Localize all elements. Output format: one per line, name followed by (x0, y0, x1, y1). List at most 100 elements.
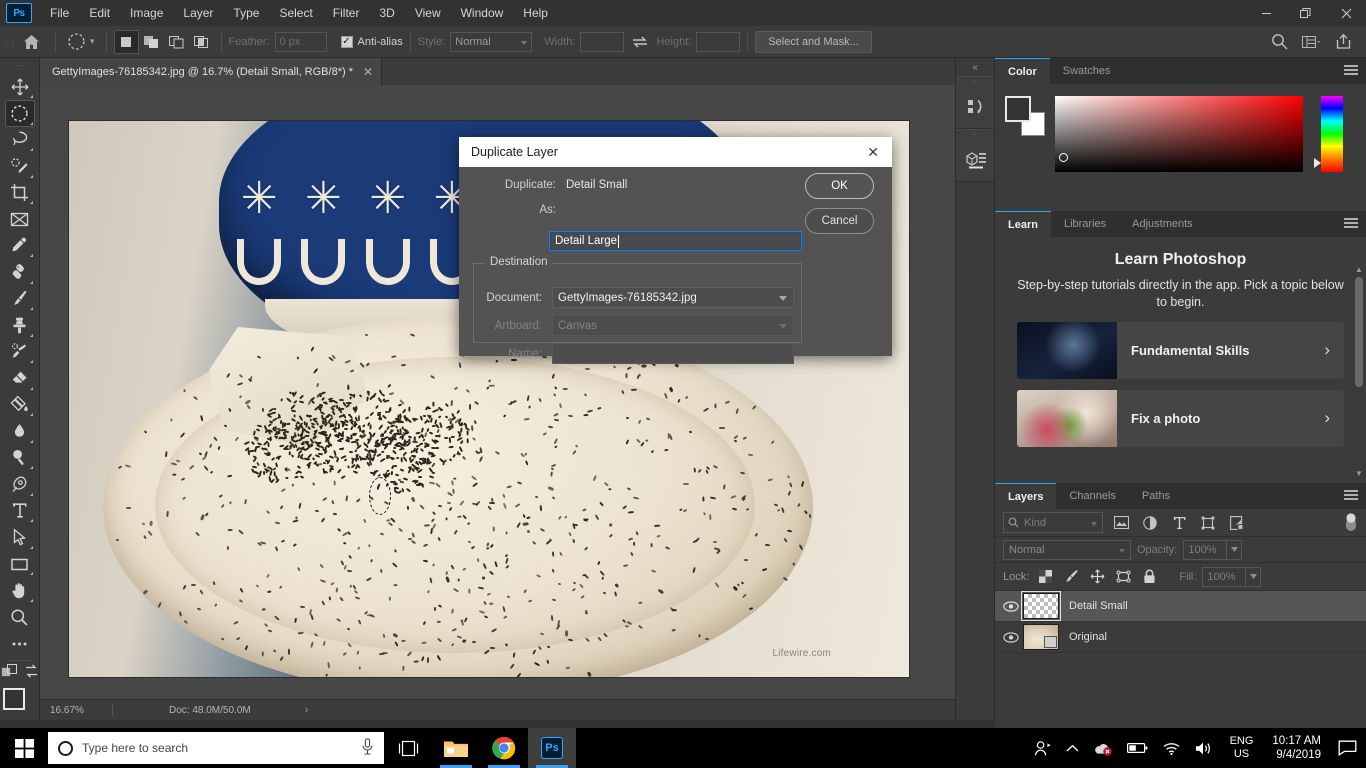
menu-image[interactable]: Image (120, 2, 173, 24)
taskbar-app-photoshop[interactable]: Ps (528, 728, 576, 768)
object-selection-tool[interactable] (5, 153, 35, 180)
share-icon[interactable] (1328, 27, 1358, 57)
collapse-panels-icon[interactable]: « (956, 58, 994, 76)
scroll-up-icon[interactable]: ▲ (1354, 265, 1364, 275)
hand-tool[interactable] (5, 577, 35, 604)
dialog-title-bar[interactable]: Duplicate Layer ✕ (459, 137, 892, 167)
spot-healing-brush-tool[interactable] (5, 259, 35, 286)
frame-tool[interactable] (5, 206, 35, 233)
menu-view[interactable]: View (405, 2, 451, 24)
taskbar-app-google-chrome[interactable] (480, 728, 528, 768)
select-and-mask-button[interactable]: Select and Mask... (755, 30, 872, 53)
filter-smart-object-icon[interactable] (1226, 512, 1248, 534)
show-hidden-icons-chevron[interactable] (1059, 728, 1086, 768)
opacity-input[interactable]: 100% (1183, 539, 1228, 560)
foreground-color-swatch[interactable] (2, 687, 25, 710)
lasso-tool[interactable] (5, 127, 35, 154)
gradient-tool[interactable] (5, 392, 35, 419)
close-icon[interactable]: ✕ (363, 66, 373, 78)
eyedropper-tool[interactable] (5, 233, 35, 260)
quick-mask-icon[interactable] (0, 663, 18, 682)
hue-slider-marker[interactable] (1314, 158, 1321, 168)
feather-input[interactable]: 0 px (274, 31, 327, 52)
history-brush-tool[interactable] (5, 339, 35, 366)
panel-menu-icon[interactable] (1344, 490, 1358, 500)
learn-card-fix-a-photo[interactable]: Fix a photo › (1017, 389, 1344, 447)
path-selection-tool[interactable] (5, 524, 35, 551)
clock[interactable]: 10:17 AM 9/4/2019 (1262, 728, 1331, 768)
swap-width-height-icon[interactable] (632, 35, 648, 49)
tab-swatches[interactable]: Swatches (1049, 58, 1124, 84)
panel-menu-icon[interactable] (1344, 65, 1358, 75)
people-icon[interactable] (1027, 728, 1059, 768)
clone-stamp-tool[interactable] (5, 312, 35, 339)
layer-visibility-icon[interactable] (999, 631, 1023, 643)
learn-panel-scrollbar[interactable]: ▲ ▼ (1354, 265, 1364, 479)
lock-transparent-pixels-icon[interactable] (1035, 566, 1055, 588)
fill-stepper[interactable] (1246, 566, 1262, 587)
ok-button[interactable]: OK (805, 173, 874, 199)
blend-mode-select[interactable]: Normal (1003, 539, 1131, 560)
cancel-button[interactable]: Cancel (805, 208, 874, 234)
taskbar-app-file-explorer[interactable] (432, 728, 480, 768)
width-input[interactable] (580, 31, 625, 52)
as-input[interactable]: Detail Large (549, 231, 802, 251)
menu-window[interactable]: Window (451, 2, 514, 24)
color-swatches[interactable] (2, 687, 37, 722)
tools-panel-grip[interactable]: ⋯ (17, 62, 24, 71)
workspace-icon[interactable] (1296, 27, 1326, 57)
type-tool[interactable] (5, 498, 35, 525)
rectangle-tool[interactable] (5, 551, 35, 578)
learn-card-fundamental-skills[interactable]: Fundamental Skills › (1017, 321, 1344, 379)
filter-type-icon[interactable] (1168, 512, 1190, 534)
properties-panel-icon[interactable] (956, 139, 996, 181)
filter-pixel-icon[interactable] (1110, 512, 1132, 534)
blur-tool[interactable] (5, 418, 35, 445)
document-info[interactable]: Doc: 48.0M/50.0M (113, 705, 251, 716)
close-icon[interactable]: ✕ (862, 144, 884, 161)
layer-thumbnail[interactable] (1021, 591, 1061, 621)
wifi-icon[interactable] (1155, 728, 1188, 768)
edit-toolbar-tool[interactable] (5, 630, 35, 657)
screen-mode-icon[interactable] (24, 664, 39, 682)
lock-image-pixels-icon[interactable] (1061, 566, 1081, 588)
battery-icon[interactable] (1120, 728, 1155, 768)
subtract-from-selection-button[interactable] (164, 30, 189, 54)
tab-layers[interactable]: Layers (995, 483, 1057, 509)
menu-help[interactable]: Help (513, 2, 558, 24)
menu-layer[interactable]: Layer (173, 2, 223, 24)
layer-filter-kind-select[interactable]: Kind (1003, 512, 1103, 533)
menu-filter[interactable]: Filter (323, 2, 370, 24)
opacity-stepper[interactable] (1227, 539, 1243, 560)
lock-all-icon[interactable] (1139, 566, 1159, 588)
tab-channels[interactable]: Channels (1056, 483, 1129, 509)
dodge-tool[interactable] (5, 445, 35, 472)
scrollbar-thumb[interactable] (1355, 277, 1363, 387)
foreground-color-swatch[interactable] (1005, 96, 1031, 122)
menu-edit[interactable]: Edit (79, 2, 120, 24)
height-input[interactable] (696, 31, 741, 52)
close-button[interactable] (1326, 0, 1366, 26)
layer-name[interactable]: Original (1059, 631, 1107, 643)
hue-slider[interactable] (1314, 96, 1343, 172)
duplicate-layer-dialog[interactable]: Duplicate Layer ✕ Duplicate: Detail Smal… (459, 137, 892, 364)
color-panel-swatches[interactable] (1005, 96, 1045, 136)
layer-row-detail-small[interactable]: Detail Small (995, 591, 1366, 622)
panel-menu-icon[interactable] (1344, 218, 1358, 228)
layer-thumbnail[interactable] (1023, 624, 1059, 650)
microphone-icon[interactable] (361, 738, 374, 758)
crop-tool[interactable] (5, 180, 35, 207)
tab-color[interactable]: Color (995, 58, 1050, 84)
eraser-tool[interactable] (5, 365, 35, 392)
document-tab[interactable]: GettyImages-76185342.jpg @ 16.7% (Detail… (40, 58, 383, 85)
options-bar-grip[interactable]: ⋮⋮ (2, 26, 17, 58)
language-indicator[interactable]: ENG US (1221, 728, 1263, 768)
move-tool[interactable] (5, 73, 35, 100)
lock-artboard-nesting-icon[interactable] (1113, 566, 1133, 588)
restore-button[interactable] (1286, 0, 1326, 26)
zoom-tool[interactable] (5, 604, 35, 631)
start-button[interactable] (0, 728, 48, 768)
intersect-with-selection-button[interactable] (189, 30, 214, 54)
filter-shape-icon[interactable] (1197, 512, 1219, 534)
panel-grip[interactable]: ⋯ (956, 77, 994, 86)
